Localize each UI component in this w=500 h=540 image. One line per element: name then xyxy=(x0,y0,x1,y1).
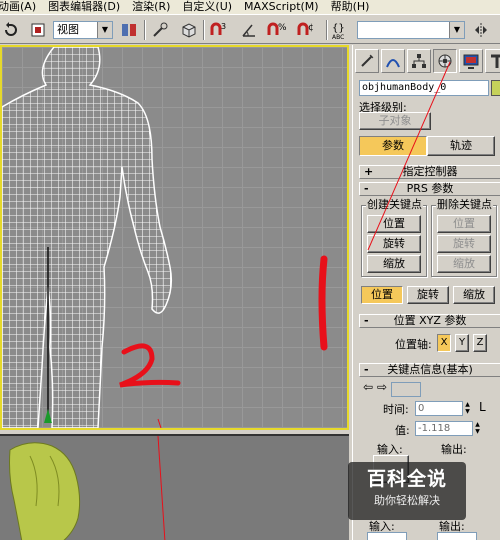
out-spinner[interactable] xyxy=(437,532,477,540)
snap-toggle-icon[interactable]: 3 xyxy=(208,19,230,41)
angle-snap-icon[interactable] xyxy=(238,19,260,41)
mirror-icon[interactable] xyxy=(470,19,492,41)
position-xyz-rollout[interactable]: - 位置 XYZ 参数 xyxy=(359,314,500,328)
out-tangent-label: 输出: xyxy=(441,443,467,456)
menu-bar: 动画(A) 图表编辑器(D) 渲染(R) 自定义(U) MAXScript(M)… xyxy=(0,0,500,14)
mode-rotation-button[interactable]: 旋转 xyxy=(407,286,449,304)
display-tab-icon[interactable] xyxy=(459,49,483,73)
spinner-snap-icon[interactable]: ¢ xyxy=(296,19,318,41)
mode-scale-button[interactable]: 缩放 xyxy=(453,286,495,304)
watermark-subtitle: 助你轻松解决 xyxy=(374,494,440,507)
key-info-basic-rollout[interactable]: - 关键点信息(基本) xyxy=(359,363,500,377)
position-axis-label: 位置轴: xyxy=(395,338,432,351)
svg-text:{}: {} xyxy=(332,23,345,34)
annotation-mark-1 xyxy=(318,255,328,351)
human-body-wireframe xyxy=(2,47,328,428)
mode-position-button[interactable]: 位置 xyxy=(361,286,403,304)
next-key-icon[interactable]: ⇨ xyxy=(377,380,387,394)
named-selection-set[interactable]: ▼ xyxy=(357,21,465,39)
select-and-link-icon[interactable] xyxy=(149,19,171,41)
time-label: 时间: xyxy=(383,403,409,416)
bind-space-warp-icon[interactable] xyxy=(178,19,200,41)
time-spinner[interactable]: 0 xyxy=(415,401,463,416)
menu-customize[interactable]: 自定义(U) xyxy=(178,0,240,14)
camera-viewport[interactable] xyxy=(0,434,349,540)
edit-named-selection-icon[interactable]: {} ABC xyxy=(331,19,353,41)
svg-text:¢: ¢ xyxy=(308,23,314,33)
key-number-field[interactable] xyxy=(391,382,421,397)
annotation-pointer-line xyxy=(367,61,451,251)
menu-animation[interactable]: 动画(A) xyxy=(0,0,44,14)
utilities-tab-icon[interactable] xyxy=(485,49,500,73)
svg-text:ABC: ABC xyxy=(332,34,344,40)
svg-text:%: % xyxy=(278,23,287,33)
viewport-select[interactable]: 视图 ▼ xyxy=(53,21,113,39)
menu-rendering[interactable]: 渲染(R) xyxy=(128,0,178,14)
in-spinner[interactable] xyxy=(367,532,407,540)
watermark-title: 百科全说 xyxy=(366,468,447,490)
svg-text:3: 3 xyxy=(221,22,226,31)
perspective-viewport[interactable] xyxy=(0,45,349,430)
object-color-swatch[interactable] xyxy=(491,80,500,96)
annotation-mark-2 xyxy=(119,343,181,388)
value-label: 值: xyxy=(395,424,410,437)
value-spinner-arrows[interactable]: ▲ ▼ xyxy=(473,421,482,436)
axis-z-button[interactable]: Z xyxy=(473,334,487,352)
gizmo-handle[interactable] xyxy=(44,409,52,423)
select-window-icon[interactable] xyxy=(118,19,140,41)
shaded-body-preview xyxy=(9,436,166,540)
redo-icon[interactable] xyxy=(0,19,22,41)
value-spinner[interactable]: -1.118 xyxy=(415,421,473,436)
watermark-logo: 百科全说 助你轻松解决 xyxy=(348,462,466,520)
percent-snap-icon[interactable]: % xyxy=(266,19,288,41)
3dsmax-window: 动画(A) 图表编辑器(D) 渲染(R) 自定义(U) MAXScript(M)… xyxy=(0,0,500,540)
menu-graph-editors[interactable]: 图表编辑器(D) xyxy=(44,0,128,14)
axis-x-button[interactable]: X xyxy=(437,334,451,352)
main-toolbar: 视图 ▼ 3 % ¢ {} ABC ▼ xyxy=(0,14,500,44)
prev-key-icon[interactable]: ⇦ xyxy=(363,380,373,394)
time-lock-icon[interactable]: L xyxy=(479,400,486,414)
menu-maxscript[interactable]: MAXScript(M) xyxy=(240,0,327,14)
menu-help[interactable]: 帮助(H) xyxy=(327,0,378,14)
stop-icon[interactable] xyxy=(27,19,49,41)
axis-y-button[interactable]: Y xyxy=(455,334,469,352)
time-spinner-arrows[interactable]: ▲ ▼ xyxy=(463,401,472,416)
